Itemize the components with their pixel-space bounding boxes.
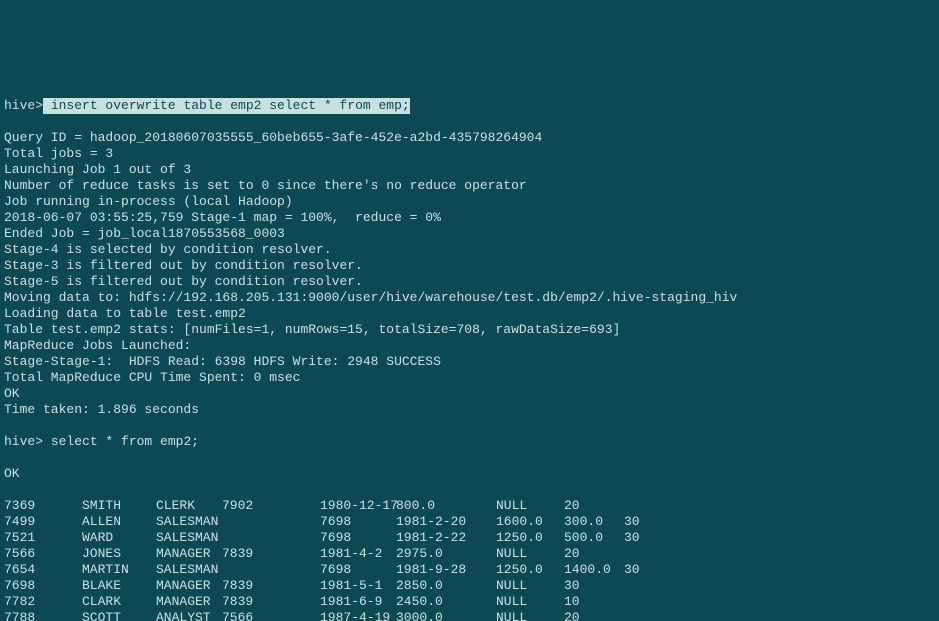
cell-hiredate: 1980-12-17 [320,498,396,514]
cell-ename: SMITH [82,498,156,514]
cell-empno: 7698 [4,578,82,594]
cell-x: 30 [624,562,674,578]
cell-hiredate: 7698 [320,514,396,530]
cell-dept: 300.0 [564,514,624,530]
cell-comm: NULL [496,610,564,621]
cell-sal: 800.0 [396,498,496,514]
log-line: Stage-4 is selected by condition resolve… [4,242,935,258]
cell-dept: 20 [564,610,624,621]
table-row: 7566JONESMANAGER78391981-4-22975.0NULL20 [4,546,935,562]
table-row: 7788SCOTTANALYST75661987-4-193000.0NULL2… [4,610,935,621]
cell-ename: SCOTT [82,610,156,621]
cell-dept: 20 [564,498,624,514]
log-line: OK [4,386,935,402]
cell-empno: 7566 [4,546,82,562]
cell-dept: 500.0 [564,530,624,546]
cell-empno: 7499 [4,514,82,530]
cell-hiredate: 1981-6-9 [320,594,396,610]
cell-ename: MARTIN [82,562,156,578]
cell-empno: 7782 [4,594,82,610]
cell-job: MANAGER [156,594,222,610]
cell-comm: NULL [496,546,564,562]
cell-comm: NULL [496,578,564,594]
log-line: Job running in-process (local Hadoop) [4,194,935,210]
cell-comm: NULL [496,498,564,514]
cell-job: SALESMAN [156,514,222,530]
log-line: Time taken: 1.896 seconds [4,402,935,418]
cell-ename: WARD [82,530,156,546]
command-1: insert overwrite table emp2 select * fro… [43,98,410,114]
log-line: Loading data to table test.emp2 [4,306,935,322]
cell-job: SALESMAN [156,562,222,578]
cell-ename: CLARK [82,594,156,610]
cell-dept: 1400.0 [564,562,624,578]
log-line: Table test.emp2 stats: [numFiles=1, numR… [4,322,935,338]
hive-prompt: hive> [4,98,43,114]
log-line: Total jobs = 3 [4,146,935,162]
cell-x: 30 [624,530,674,546]
table-row: 7654MARTINSALESMAN 76981981-9-281250.0140… [4,562,935,578]
log-line: 2018-06-07 03:55:25,759 Stage-1 map = 10… [4,210,935,226]
prompt-line-2[interactable]: hive> select * from emp2; [4,434,935,450]
cell-x: 30 [624,514,674,530]
cell-mgr: 7839 [222,578,320,594]
cell-mgr: 7566 [222,610,320,621]
cell-empno: 7654 [4,562,82,578]
ok-line: OK [4,466,935,482]
log-line: Ended Job = job_local1870553568_0003 [4,226,935,242]
cell-dept: 10 [564,594,624,610]
terminal-output: hive> insert overwrite table emp2 select… [0,80,939,621]
cell-ename: BLAKE [82,578,156,594]
cell-empno: 7521 [4,530,82,546]
cell-ename: ALLEN [82,514,156,530]
command-2: select * from emp2; [43,434,199,450]
cell-hiredate: 1981-5-1 [320,578,396,594]
cell-sal: 3000.0 [396,610,496,621]
cell-comm: 1250.0 [496,562,564,578]
log-line: Stage-5 is filtered out by condition res… [4,274,935,290]
cell-job: ANALYST [156,610,222,621]
table-row: 7369SMITHCLERK79021980-12-17800.0NULL20 [4,498,935,514]
cell-comm: 1250.0 [496,530,564,546]
log-line: Query ID = hadoop_20180607035555_60beb65… [4,130,935,146]
cell-mgr: 7839 [222,594,320,610]
cell-mgr: 7902 [222,498,320,514]
cell-hiredate: 7698 [320,530,396,546]
log-line: Stage-3 is filtered out by condition res… [4,258,935,274]
cell-ename: JONES [82,546,156,562]
cell-job: MANAGER [156,546,222,562]
cell-comm: 1600.0 [496,514,564,530]
log-line: Number of reduce tasks is set to 0 since… [4,178,935,194]
table-row: 7499ALLENSALESMAN 76981981-2-201600.0300.… [4,514,935,530]
cell-sal: 1981-9-28 [396,562,496,578]
cell-job: SALESMAN [156,530,222,546]
cell-hiredate: 1987-4-19 [320,610,396,621]
cell-dept: 20 [564,546,624,562]
log-line: Moving data to: hdfs://192.168.205.131:9… [4,290,935,306]
log-line: Total MapReduce CPU Time Spent: 0 msec [4,370,935,386]
cell-mgr: 7839 [222,546,320,562]
cell-sal: 1981-2-22 [396,530,496,546]
cell-empno: 7369 [4,498,82,514]
log-line: Launching Job 1 out of 3 [4,162,935,178]
cell-sal: 1981-2-20 [396,514,496,530]
hive-prompt: hive> [4,434,43,450]
log-line: MapReduce Jobs Launched: [4,338,935,354]
table-row: 7698BLAKEMANAGER78391981-5-12850.0NULL30 [4,578,935,594]
cell-dept: 30 [564,578,624,594]
cell-sal: 2850.0 [396,578,496,594]
cell-hiredate: 1981-4-2 [320,546,396,562]
prompt-line-1[interactable]: hive> insert overwrite table emp2 select… [4,98,935,114]
cell-hiredate: 7698 [320,562,396,578]
cell-sal: 2450.0 [396,594,496,610]
table-row: 7521WARDSALESMAN 76981981-2-221250.0500.0… [4,530,935,546]
table-row: 7782CLARKMANAGER78391981-6-92450.0NULL10 [4,594,935,610]
cell-job: CLERK [156,498,222,514]
cell-comm: NULL [496,594,564,610]
log-line: Stage-Stage-1: HDFS Read: 6398 HDFS Writ… [4,354,935,370]
cell-sal: 2975.0 [396,546,496,562]
cell-job: MANAGER [156,578,222,594]
cell-empno: 7788 [4,610,82,621]
